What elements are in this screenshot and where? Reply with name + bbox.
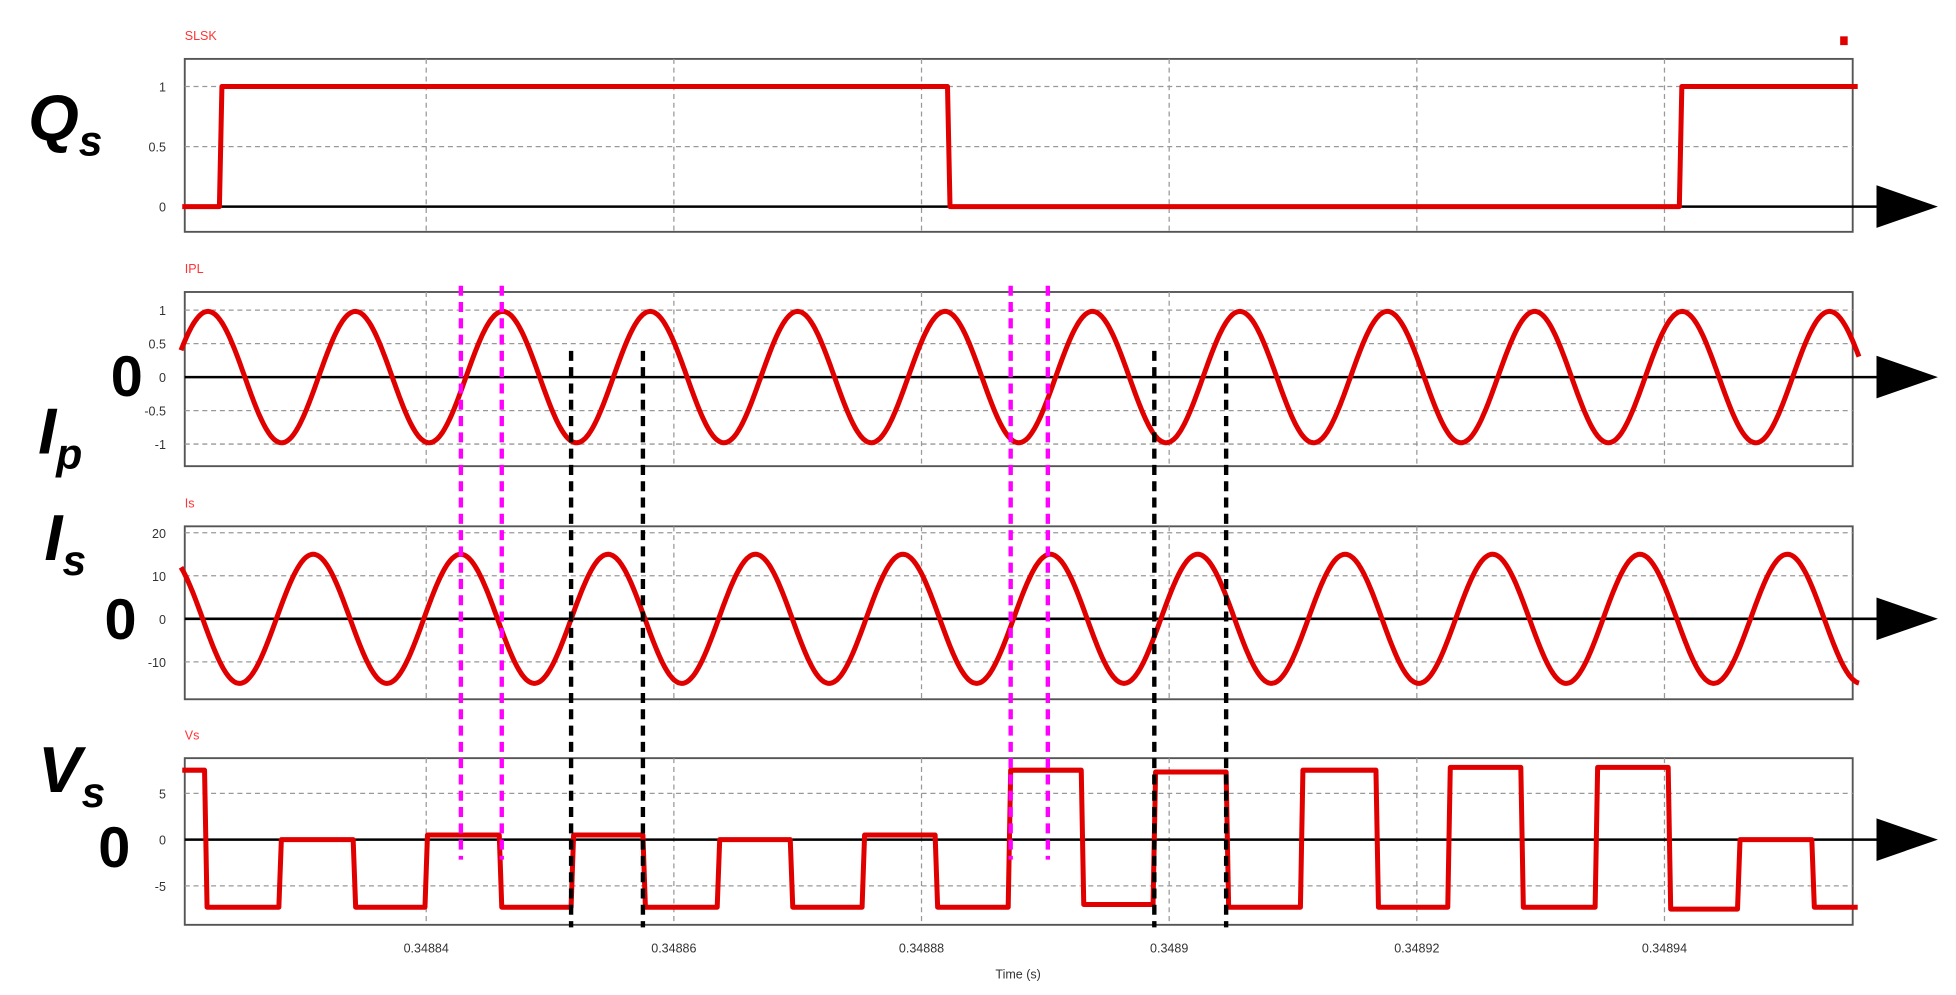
panel-is: 20 10 0 -10 Is Is 0 (44, 497, 1938, 701)
panel-title: Vs (185, 728, 200, 742)
plot-frame (183, 757, 1854, 926)
y-tick-label: 1 (159, 304, 166, 318)
plot-frame (183, 525, 1854, 701)
x-tick-label: 0.34884 (404, 941, 449, 955)
panel-qs: 1 0.5 0 SLSK Qs (28, 29, 1938, 233)
signal-label: Is (44, 501, 86, 585)
panel-title: IPL (185, 262, 204, 276)
y-tick-label: 0.5 (149, 338, 166, 352)
axis-arrow-icon (1876, 355, 1938, 399)
y-tick-label: 5 (159, 787, 166, 801)
x-tick-label: 0.34886 (651, 941, 696, 955)
x-tick-label: 0.34892 (1394, 941, 1439, 955)
panel-title: Is (185, 497, 195, 511)
x-tick-label: 0.34894 (1642, 941, 1687, 955)
zero-label: 0 (111, 345, 143, 409)
signal-label: Ip (38, 395, 82, 479)
signal-label-subscript: s (79, 117, 103, 165)
axis-arrow-icon (1876, 185, 1938, 228)
y-tick-label: 20 (152, 527, 166, 541)
waveform-chart: Time (s) 10.50SLSKQs10.50-0.5-1IPLIp0201… (28, 29, 1938, 982)
legend-marker (1840, 36, 1848, 46)
axis-arrow-icon (1876, 597, 1938, 641)
y-tick-label: 10 (152, 570, 166, 584)
panel-vs: 50-5VsVs0 (38, 728, 1938, 926)
signal-label: Qs (28, 81, 102, 165)
panel-ip: 10.50-0.5-1IPLIp0 (38, 262, 1938, 479)
signal-label: Vs (38, 733, 105, 817)
y-tick-label: -0.5 (144, 405, 166, 419)
signal-label-subscript: p (55, 431, 82, 479)
x-tick-label: 0.3489 (1150, 941, 1188, 955)
y-tick-label: 1 (159, 81, 166, 95)
x-tick-label: 0.34888 (899, 941, 944, 955)
x-axis-label: Time (s) (995, 968, 1040, 982)
y-tick-label: 0.5 (149, 141, 166, 155)
zero-label: 0 (98, 816, 130, 880)
signal-label-subscript: s (63, 537, 87, 585)
zero-label: 0 (105, 588, 137, 652)
y-tick-label: 0 (159, 613, 166, 627)
panel-title: SLSK (185, 29, 218, 43)
y-tick-label: 0 (159, 371, 166, 385)
y-tick-label: -10 (148, 656, 166, 670)
axis-arrow-icon (1876, 818, 1938, 861)
y-tick-label: -5 (155, 880, 166, 894)
y-tick-label: 0 (159, 834, 166, 848)
signal-label-subscript: s (82, 769, 106, 817)
y-tick-label: -1 (155, 438, 166, 452)
y-tick-label: 0 (159, 201, 166, 215)
